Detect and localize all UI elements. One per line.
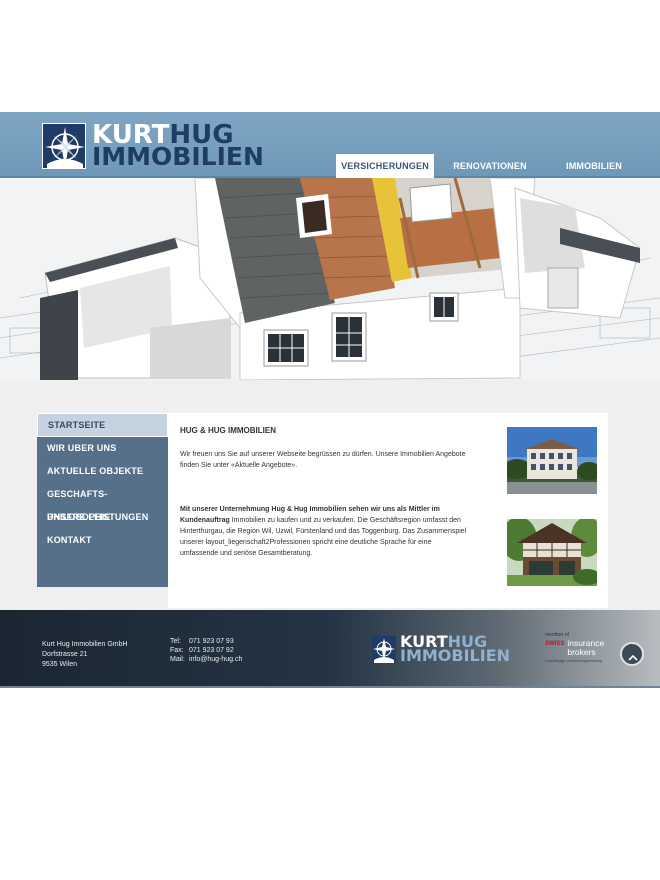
- intro-paragraph: Wir freuen uns Sie auf unserer Webseite …: [180, 451, 466, 469]
- sidenav-item-geschafts-philosophie[interactable]: GESCHAFTS-PHILOSOPHIE: [37, 483, 168, 522]
- logo-word-immobilien: IMMOBILIEN: [92, 142, 264, 171]
- tel-value[interactable]: 071 923 07 93: [189, 638, 234, 645]
- fax-value: 071 923 07 92: [188, 647, 234, 654]
- topnav-item-versicherungen[interactable]: VERSICHERUNGEN: [336, 154, 434, 178]
- sidenav-item-wir-uber-uns[interactable]: WIR UBER UNS: [37, 437, 168, 460]
- sib-tagline: unabhängige versicherungsberatung: [545, 659, 602, 663]
- site-header: KURTHUG IMMOBILIEN VERSICHERUNGEN RENOVA…: [0, 112, 660, 178]
- footer-wordmark: KURTHUG IMMOBILIEN: [400, 634, 511, 665]
- footer-logo[interactable]: KURTHUG IMMOBILIEN: [372, 634, 511, 665]
- topnav-item-immobilien[interactable]: IMMOBILIEN: [546, 154, 642, 178]
- sidenav-item-startseite[interactable]: STARTSEITE: [37, 413, 168, 437]
- footer-logo-immobilien: IMMOBILIEN: [400, 646, 511, 665]
- fax-label: Fax:: [170, 647, 184, 654]
- site-footer: Kurt Hug Immobilien GmbH Dorfstrasse 21 …: [0, 610, 660, 688]
- about-paragraph: Mit unserer Unternehmung Hug & Hug Immob…: [180, 504, 470, 559]
- side-navigation: STARTSEITE WIR UBER UNS AKTUELLE OBJEKTE…: [37, 413, 168, 587]
- mail-link[interactable]: info@hug-hug.ch: [189, 656, 242, 663]
- mail-label: Mail:: [170, 656, 185, 663]
- main-content: HUG & HUG IMMOBILIEN Wir freuen uns Sie …: [168, 413, 608, 608]
- topnav-item-renovationen[interactable]: RENOVATIONEN: [434, 154, 546, 178]
- tel-label: Tel:: [170, 638, 181, 645]
- swiss-insurance-brokers-badge[interactable]: member of SWISS insurance brokers unabhä…: [545, 632, 615, 672]
- sib-word-brokers: brokers: [567, 647, 596, 657]
- footer-street: Dorfstrasse 21: [42, 651, 88, 658]
- compass-star-icon: [372, 635, 396, 663]
- property-photo-chalet: [507, 519, 597, 586]
- sidenav-item-kontakt[interactable]: KONTAKT: [37, 529, 168, 552]
- site-logo[interactable]: KURTHUG IMMOBILIEN: [42, 121, 264, 171]
- property-photo-villa: [507, 427, 597, 494]
- back-to-top-button[interactable]: [620, 642, 644, 666]
- footer-address: Kurt Hug Immobilien GmbH Dorfstrasse 21 …: [42, 640, 128, 670]
- page-title: HUG & HUG IMMOBILIEN: [180, 426, 276, 435]
- footer-bottom-bar: [0, 686, 660, 688]
- footer-company: Kurt Hug Immobilien GmbH: [42, 641, 128, 648]
- chevron-up-icon: [628, 650, 638, 668]
- compass-star-icon: [42, 123, 86, 169]
- sidenav-item-aktuelle-objekte[interactable]: AKTUELLE OBJEKTE: [37, 460, 168, 483]
- sidenav-item-unsere-leistungen[interactable]: UNSERE LEISTUNGEN: [37, 506, 168, 529]
- top-navigation: VERSICHERUNGEN RENOVATIONEN IMMOBILIEN: [336, 154, 642, 178]
- footer-contact: Tel: 071 923 07 93 Fax: 071 923 07 92 Ma…: [170, 637, 242, 664]
- sib-swiss-label: SWISS: [545, 641, 565, 647]
- logo-wordmark: KURTHUG IMMOBILIEN: [92, 122, 264, 171]
- footer-city: 9535 Wilen: [42, 661, 78, 668]
- hero-image: [0, 178, 660, 380]
